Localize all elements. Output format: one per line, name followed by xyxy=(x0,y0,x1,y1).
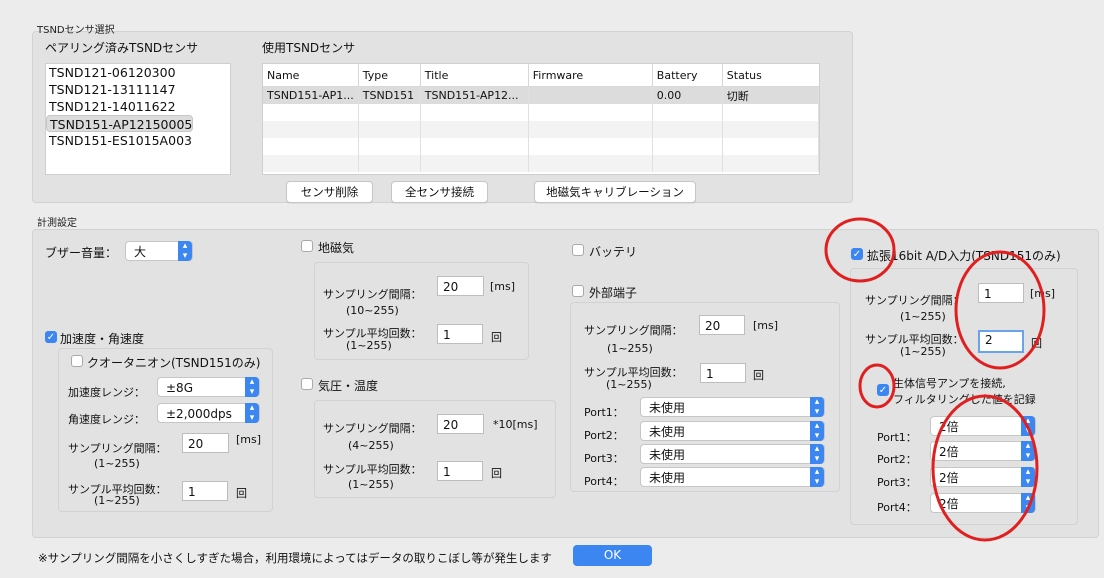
annotation-circle xyxy=(931,394,1039,542)
annotation-circle xyxy=(824,217,896,283)
annotation-overlay xyxy=(824,217,1046,542)
footer-note: ※サンプリング間隔を小さくしすぎた場合，利用環境によってはデータの取りこぼし等が… xyxy=(38,551,552,565)
ok-button[interactable]: OK xyxy=(573,545,652,566)
annotation-circle xyxy=(858,363,896,409)
annotation-circle xyxy=(954,250,1046,370)
